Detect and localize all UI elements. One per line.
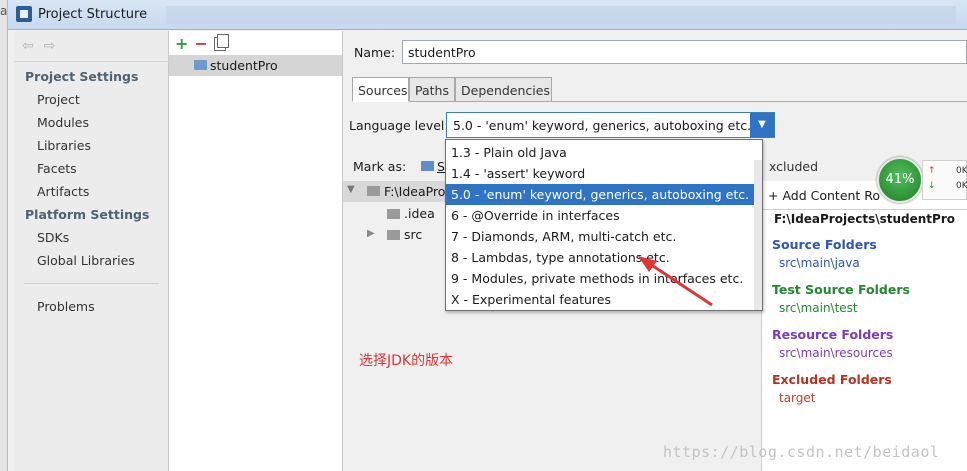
nav-item-global-libraries[interactable]: Global Libraries xyxy=(37,253,135,268)
mark-as-excluded-button[interactable]: xcluded xyxy=(769,159,818,174)
blurred-region xyxy=(166,6,956,24)
language-level-label: Language level: xyxy=(349,118,449,133)
resource-folder-path[interactable]: src\main\resources xyxy=(779,346,893,360)
app-icon xyxy=(16,6,32,22)
folder-icon xyxy=(387,209,400,219)
divider xyxy=(762,209,967,210)
module-item[interactable]: studentPro xyxy=(169,55,342,76)
nav-item-problems[interactable]: Problems xyxy=(37,299,95,314)
nav-item-project[interactable]: Project xyxy=(37,92,80,107)
tab-dependencies[interactable]: Dependencies xyxy=(455,77,552,102)
folder-icon xyxy=(367,186,380,196)
test-folder-path[interactable]: src\main\test xyxy=(779,301,858,315)
platform-settings-heading: Platform Settings xyxy=(25,207,150,222)
expand-triangle-icon[interactable]: ▶ xyxy=(367,228,375,239)
collapse-triangle-icon[interactable]: ▼ xyxy=(347,184,355,195)
nav-item-sdks[interactable]: SDKs xyxy=(37,230,69,245)
settings-navigation: ⇦ ⇨ Project Settings Project Modules Libr… xyxy=(14,31,169,471)
history-arrows: ⇦ ⇨ xyxy=(22,38,65,54)
tab-paths[interactable]: Paths xyxy=(409,77,455,102)
language-option[interactable]: X - Experimental features xyxy=(446,289,762,310)
language-option[interactable]: 1.4 - 'assert' keyword xyxy=(446,163,762,184)
excluded-folder-path[interactable]: target xyxy=(779,391,816,405)
speed-meter-badge[interactable]: 41% xyxy=(877,157,923,203)
language-level-value: 5.0 - 'enum' keyword, generics, autoboxi… xyxy=(453,118,752,133)
network-speed-panel: ↑ 0K/ ↓ 0K/ xyxy=(922,160,967,200)
module-list-panel: + − studentPro xyxy=(169,31,343,471)
language-option[interactable]: 6 - @Override in interfaces xyxy=(446,205,762,226)
divider xyxy=(14,61,169,62)
language-level-popup: 1.3 - Plain old Java 1.4 - 'assert' keyw… xyxy=(445,139,763,311)
module-folder-icon xyxy=(194,60,207,70)
nav-item-modules[interactable]: Modules xyxy=(37,115,89,130)
tree-item-src[interactable]: src xyxy=(404,227,422,242)
forward-arrow-icon[interactable]: ⇨ xyxy=(44,38,56,54)
language-level-dropdown[interactable]: 5.0 - 'enum' keyword, generics, autoboxi… xyxy=(446,112,775,138)
copy-module-icon[interactable] xyxy=(213,34,229,51)
download-speed: 0K/ xyxy=(956,181,967,191)
nav-item-libraries[interactable]: Libraries xyxy=(37,138,91,153)
source-folder-path[interactable]: src\main\java xyxy=(779,256,860,270)
popup-scrollbar[interactable] xyxy=(754,160,762,310)
title-bar: Project Structure xyxy=(0,0,967,30)
download-arrow-icon: ↓ xyxy=(928,181,936,191)
source-folders-title: Source Folders xyxy=(772,237,877,252)
add-module-button[interactable]: + xyxy=(175,34,188,53)
upload-arrow-icon: ↑ xyxy=(928,166,936,176)
chevron-down-icon[interactable]: ▼ xyxy=(750,113,774,137)
nav-item-facets[interactable]: Facets xyxy=(37,161,77,176)
test-source-folders-title: Test Source Folders xyxy=(772,282,910,297)
back-arrow-icon[interactable]: ⇦ xyxy=(22,38,34,54)
nav-item-artifacts[interactable]: Artifacts xyxy=(37,184,89,199)
background-window-edge: a xyxy=(0,0,8,471)
divider xyxy=(552,101,967,102)
language-option[interactable]: 1.3 - Plain old Java xyxy=(446,142,762,163)
window-title: Project Structure xyxy=(38,7,148,22)
resource-folders-title: Resource Folders xyxy=(772,327,894,342)
module-name-input[interactable]: studentPro xyxy=(402,40,967,64)
tree-root-label: F:\IdeaPro xyxy=(384,184,446,199)
language-option-selected[interactable]: 5.0 - 'enum' keyword, generics, autoboxi… xyxy=(446,184,762,205)
divider xyxy=(24,283,159,284)
language-option[interactable]: 7 - Diamonds, ARM, multi-catch etc. xyxy=(446,226,762,247)
upload-speed: 0K/ xyxy=(956,166,967,176)
excluded-folders-title: Excluded Folders xyxy=(772,372,892,387)
language-option[interactable]: 8 - Lambdas, type annotations etc. xyxy=(446,247,762,268)
module-toolbar: + − xyxy=(175,34,229,53)
mark-as-label: Mark as: xyxy=(353,159,407,174)
project-settings-heading: Project Settings xyxy=(25,69,139,84)
remove-module-button[interactable]: − xyxy=(194,34,207,53)
tree-item-idea[interactable]: .idea xyxy=(404,206,435,221)
add-content-root-button[interactable]: + Add Content Ro xyxy=(768,188,880,203)
annotation-text: 选择JDK的版本 xyxy=(359,353,454,369)
content-root-path: F:\IdeaProjects\studentPro xyxy=(774,212,955,226)
tab-sources[interactable]: Sources xyxy=(352,77,409,102)
module-item-label: studentPro xyxy=(210,58,278,73)
mark-as-sources-button[interactable]: S xyxy=(437,159,445,174)
content-roots-panel: + Add Content Ro F:\IdeaProjects\student… xyxy=(761,181,967,471)
folder-icon xyxy=(387,230,400,240)
sources-folder-icon xyxy=(421,161,434,171)
watermark: https://blog.csdn.net/beidaol xyxy=(663,443,940,461)
language-option[interactable]: 9 - Modules, private methods in interfac… xyxy=(446,268,762,289)
name-label: Name: xyxy=(354,45,396,60)
